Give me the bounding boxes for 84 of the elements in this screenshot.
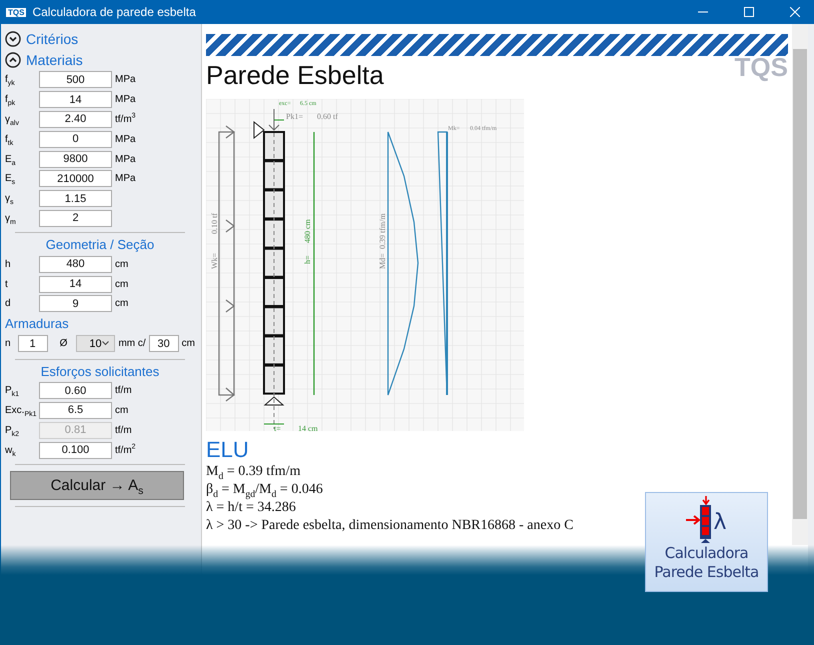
input-field[interactable]: 30 [148,335,179,352]
diagram-label: Md= [378,253,387,269]
field-label: n [5,338,11,350]
lambda-symbol: λ [713,511,727,535]
ribbon-button[interactable]: λ Calculadora Parede Esbelta [645,492,768,592]
input-field[interactable]: 0 [39,130,112,148]
unit-label: tf/m$^{2}$ [115,444,136,456]
unit-label: tf/m [115,424,132,436]
field-label: γ$_{m}$ [5,212,17,224]
unit-label: cm [115,278,128,290]
logo-watermark: TQS [734,52,788,83]
input-field[interactable]: 1.15 [39,190,112,208]
diagram-label: 0.10 tf [210,213,219,234]
unit-label: MPa [115,134,136,145]
field-label: Ø [60,338,68,350]
field-label: h [5,258,12,270]
unit-label: cm [115,298,128,310]
field-label: P$_{k1}$ [5,385,20,396]
unit-label: cm [115,404,128,416]
diagram-label: t= [274,424,281,431]
unit-label: cm [115,258,128,270]
diagram-label: Pk1= [286,112,303,121]
diagram-label: 0.39 tfm/m [378,213,387,249]
unit-label: tf/m [115,385,132,396]
input-field[interactable]: 2 [39,210,112,227]
calculate-button[interactable]: Calcular → A$_{s}$ [10,470,184,500]
materials-header[interactable]: Materiais [5,49,195,70]
button-label: Parede Esbelta [654,563,759,582]
unit-label: tf/m$^{3}$ [115,114,136,125]
load-arrow [268,108,280,131]
result-line: M$_{d}$ = 0.39 tfm/m [206,463,300,481]
unit-label: mm c/ [118,338,146,350]
result-line: λ > 30 -> Parede esbelta, dimensionamento NBR16868 - anexo C [206,517,574,535]
unit-label: MPa [115,94,136,106]
input-field[interactable]: 6.5 [39,402,112,419]
field-label: t [5,278,9,290]
input-field[interactable]: 2.40 [39,110,112,128]
unit-label: MPa [115,74,136,86]
input-field[interactable]: 210000 [39,170,112,188]
field-label: f$_{pk}$ [5,94,16,106]
close-icon[interactable] [790,7,800,17]
diagram-label: 14 cm [298,424,318,431]
maximize-icon[interactable] [744,7,754,17]
input-field[interactable]: 14 [39,276,112,293]
caret-icon [102,341,110,346]
app-logo: TQS [6,8,26,16]
unit-label: MPa [115,154,136,165]
unit-label: cm [182,338,195,350]
section-heading: ELU [206,437,250,463]
field-label: E$_{a}$ [5,154,17,165]
result-line: λ = h/t = 34.286 [206,500,296,517]
input-field[interactable]: 500 [39,71,112,88]
field-label: E$_{s}$ [5,173,16,184]
unit-label: MPa [115,173,136,184]
input-field[interactable]: 14 [39,91,112,108]
scrollbar[interactable] [792,24,808,545]
section-title: Geometria / Seção [44,237,156,252]
criteria-header[interactable]: Critérios [5,28,195,49]
diameter-dropdown[interactable]: 10 [76,335,116,352]
diagram-label: h= [303,255,312,264]
field-label: γ$_{alv}$ [5,114,20,125]
field-label: f$_{tk}$ [5,134,14,145]
field-label: Exc.$_{Pk1}$ [5,404,38,416]
section-title: Armaduras [5,316,70,331]
input-field[interactable]: 0.60 [39,382,112,400]
field-label: w$_{k}$ [5,444,17,456]
input-field[interactable]: 9800 [39,150,112,168]
report-title: Parede Esbelta [206,60,384,91]
input-field[interactable]: 9 [39,295,112,312]
field-label: d [5,298,12,310]
window-title: Calculadora de parede esbelta [32,5,196,19]
field-label: P$_{k2}$ [5,424,20,436]
result-line: β$_{d}$ = M$_{gd}$/M$_{d}$ = 0.046 [206,481,323,499]
diagram-label: Wk= [210,252,219,269]
diagram-label: 480 cm [303,219,312,243]
button-label: Calculadora [664,544,748,563]
input-field[interactable]: 480 [39,256,112,273]
wall-load-icon [686,496,714,544]
diagram-label: 0.60 tf [317,112,338,121]
field-label: f$_{yk}$ [5,74,16,86]
input-field[interactable]: 0.100 [39,442,112,459]
input-field[interactable]: 1 [18,335,48,352]
section-title: Esforços solicitantes [40,364,160,379]
field-label: γ$_{s}$ [5,193,14,204]
